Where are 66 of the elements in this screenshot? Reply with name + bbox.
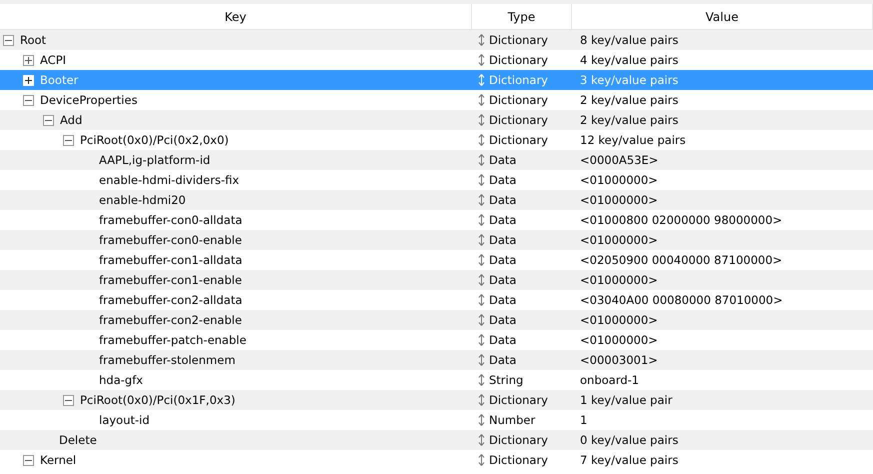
type-cell: Data <box>489 333 516 347</box>
key-cell: hda-gfx <box>99 373 143 387</box>
value-cell: 12 key/value pairs <box>580 133 686 147</box>
type-cell: Dictionary <box>489 53 548 67</box>
key-cell: framebuffer-con0-enable <box>99 233 242 247</box>
value-cell: <01000000> <box>580 273 658 287</box>
key-cell: framebuffer-con1-enable <box>99 273 242 287</box>
key-cell: enable-hdmi20 <box>99 193 186 207</box>
key-cell: framebuffer-stolenmem <box>99 353 236 367</box>
type-cell: Dictionary <box>489 33 548 47</box>
value-cell: onboard-1 <box>580 373 639 387</box>
type-cell: Dictionary <box>489 393 548 407</box>
type-cell: Dictionary <box>489 93 548 107</box>
type-cell: Dictionary <box>489 433 548 447</box>
value-cell: <00003001> <box>580 353 658 367</box>
key-cell: ACPI <box>40 53 66 67</box>
type-cell: Data <box>489 293 516 307</box>
type-cell: Dictionary <box>489 113 548 127</box>
value-cell: 4 key/value pairs <box>580 53 678 67</box>
type-cell: Data <box>489 313 516 327</box>
key-cell: DeviceProperties <box>40 93 138 107</box>
value-cell: <01000000> <box>580 333 658 347</box>
value-cell: <01000000> <box>580 313 658 327</box>
value-cell: <01000000> <box>580 173 658 187</box>
value-cell: 2 key/value pairs <box>580 113 678 127</box>
key-cell: Add <box>60 113 82 127</box>
type-cell: Data <box>489 253 516 267</box>
value-cell: 1 <box>580 413 588 427</box>
value-cell: 8 key/value pairs <box>580 33 678 47</box>
key-cell: Booter <box>40 73 78 87</box>
type-cell: Data <box>489 273 516 287</box>
value-cell: <01000800 02000000 98000000> <box>580 213 782 227</box>
key-cell: Root <box>20 33 46 47</box>
type-cell: Data <box>489 173 516 187</box>
value-cell: <01000000> <box>580 233 658 247</box>
value-cell: <03040A00 00080000 87010000> <box>580 293 783 307</box>
value-cell: 2 key/value pairs <box>580 93 678 107</box>
key-cell: framebuffer-con1-alldata <box>99 253 242 267</box>
value-cell: <02050900 00040000 87100000> <box>580 253 782 267</box>
type-cell: Data <box>489 353 516 367</box>
type-cell: Dictionary <box>489 453 548 467</box>
key-cell: framebuffer-con2-alldata <box>99 293 242 307</box>
key-cell: AAPL,ig-platform-id <box>99 153 210 167</box>
key-cell: framebuffer-con0-alldata <box>99 213 242 227</box>
type-cell: Number <box>489 413 536 427</box>
type-cell: Data <box>489 213 516 227</box>
type-cell: Dictionary <box>489 133 548 147</box>
key-cell: Kernel <box>40 453 76 467</box>
type-cell: Data <box>489 233 516 247</box>
key-cell: framebuffer-con2-enable <box>99 313 242 327</box>
key-cell: Delete <box>59 433 97 447</box>
key-cell: framebuffer-patch-enable <box>99 333 246 347</box>
type-cell: Dictionary <box>489 73 548 87</box>
key-cell: PciRoot(0x0)/Pci(0x2,0x0) <box>80 133 229 147</box>
value-cell: 0 key/value pairs <box>580 433 678 447</box>
type-cell: Data <box>489 153 516 167</box>
key-cell: PciRoot(0x0)/Pci(0x1F,0x3) <box>80 393 236 407</box>
value-cell: <0000A53E> <box>580 153 658 167</box>
type-cell: String <box>489 373 524 387</box>
value-cell: <01000000> <box>580 193 658 207</box>
value-cell: 7 key/value pairs <box>580 453 678 467</box>
key-cell: enable-hdmi-dividers-fix <box>99 173 240 187</box>
key-cell: layout-id <box>99 413 150 427</box>
type-cell: Data <box>489 193 516 207</box>
value-cell: 3 key/value pairs <box>580 73 678 87</box>
value-cell: 1 key/value pair <box>580 393 672 407</box>
